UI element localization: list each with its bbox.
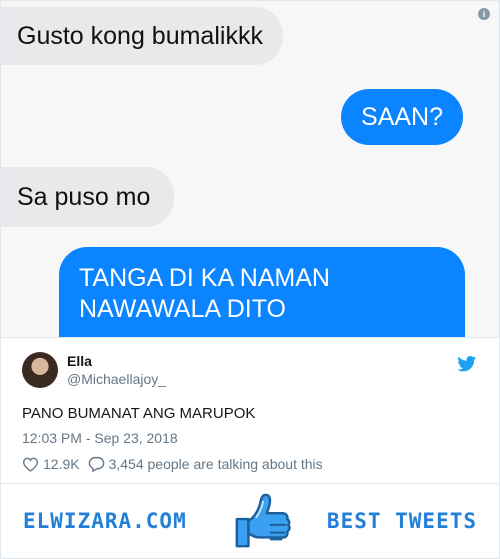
reply-button[interactable]: 3,454 people are talking about this xyxy=(88,456,323,472)
tweet-text: PANO BUMANAT ANG MARUPOK xyxy=(22,405,256,422)
talking-about-text: 3,454 people are talking about this xyxy=(108,456,323,472)
message-line: TANGA DI KA NAMAN xyxy=(79,264,330,292)
chat-screenshot: i Gusto kong bumalikkk SAAN? Sa puso mo … xyxy=(1,1,499,337)
site-name[interactable]: ELWIZARA.COM xyxy=(23,509,187,533)
info-icon[interactable]: i xyxy=(478,8,490,20)
outgoing-message-bubble: SAAN? xyxy=(341,89,463,145)
tweet-card[interactable]: Ella @Michaellajoy_ PANO BUMANAT ANG MAR… xyxy=(1,337,499,483)
incoming-message-bubble: Sa puso mo xyxy=(1,167,175,227)
comment-icon xyxy=(88,456,104,472)
message-line: NAWAWALA DITO xyxy=(79,295,286,323)
thumbs-up-icon xyxy=(235,493,291,548)
avatar[interactable] xyxy=(22,352,58,388)
outgoing-message-bubble: TANGA DI KA NAMAN NAWAWALA DITO xyxy=(59,247,465,337)
embedded-tweet-image: i Gusto kong bumalikkk SAAN? Sa puso mo … xyxy=(0,0,500,559)
author-name[interactable]: Ella xyxy=(67,353,92,369)
tweet-timestamp[interactable]: 12:03 PM - Sep 23, 2018 xyxy=(22,430,178,446)
like-count: 12.9K xyxy=(43,456,80,472)
best-tweets-label[interactable]: BEST TWEETS xyxy=(327,509,477,533)
incoming-message-bubble: Gusto kong bumalikkk xyxy=(1,7,283,65)
heart-icon xyxy=(22,457,39,472)
twitter-bird-icon[interactable] xyxy=(457,356,477,372)
tweet-actions: 12.9K 3,454 people are talking about thi… xyxy=(22,456,331,472)
footer-banner: ELWIZARA.COM BEST TWEETS xyxy=(1,483,499,558)
author-handle[interactable]: @Michaellajoy_ xyxy=(67,371,166,387)
like-button[interactable]: 12.9K xyxy=(22,456,80,472)
